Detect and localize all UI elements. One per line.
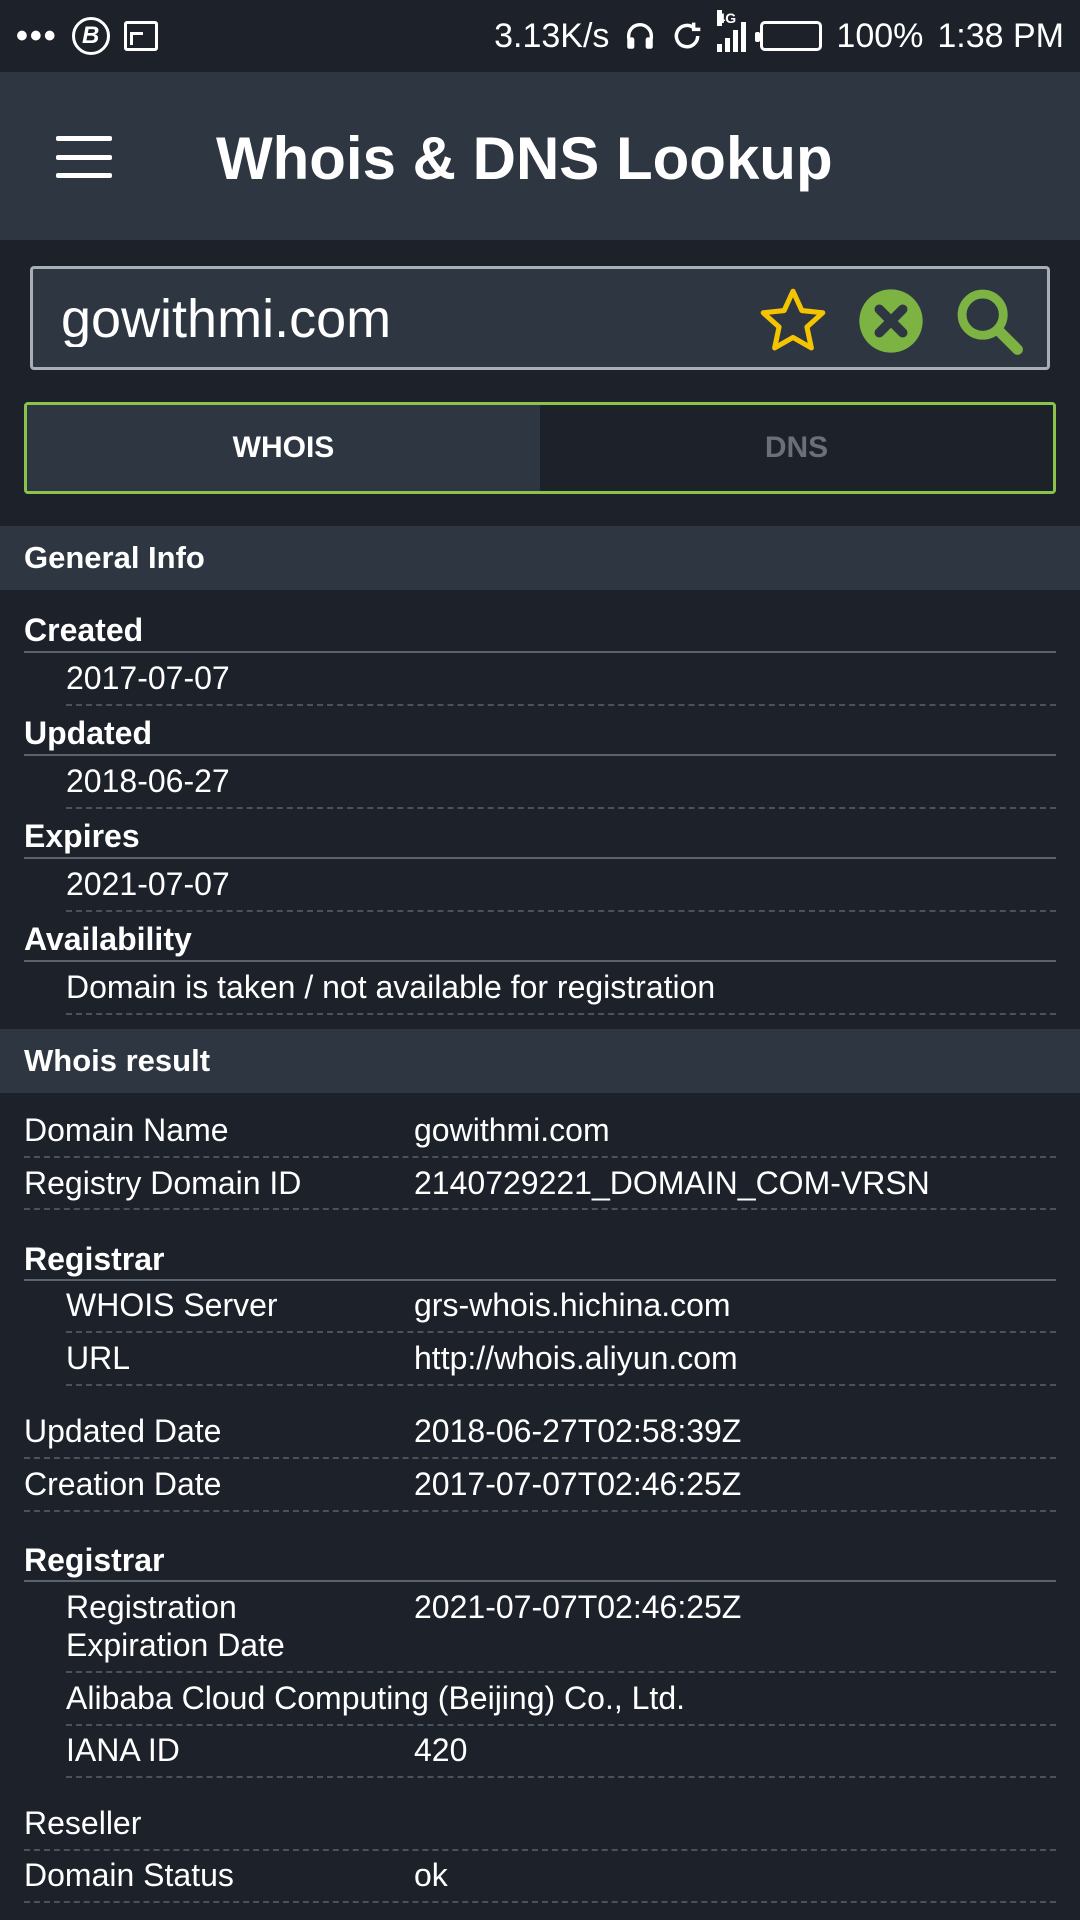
whois-server-value: grs-whois.hichina.com <box>414 1287 731 1323</box>
status-bar: ••• B 3.13K/s 4G 100% 1:38 PM <box>0 0 1080 72</box>
sync-icon <box>675 22 701 49</box>
divider <box>24 1849 1056 1851</box>
app-title: Whois & DNS Lookup <box>216 125 833 192</box>
divider <box>66 1331 1056 1333</box>
divider <box>24 1457 1056 1459</box>
divider <box>66 1013 1056 1015</box>
divider <box>66 807 1056 809</box>
whois-result-header: Whois result <box>0 1029 1080 1093</box>
domain-status-value: ok <box>414 1857 448 1893</box>
updated-label: Updated <box>24 715 152 751</box>
divider <box>24 1156 1056 1158</box>
registration-expiration-value: 2021-07-07T02:46:25Z <box>414 1589 742 1625</box>
divider <box>66 1724 1056 1726</box>
creation-date-value: 2017-07-07T02:46:25Z <box>414 1466 742 1502</box>
iana-id-value: 420 <box>414 1732 468 1768</box>
domain-status-key: Domain Status <box>24 1857 234 1893</box>
battery-percent: 100% <box>836 16 924 55</box>
updated-value: 2018-06-27 <box>66 763 230 799</box>
created-value: 2017-07-07 <box>66 660 230 696</box>
divider <box>24 754 1056 756</box>
divider <box>66 1776 1056 1778</box>
registry-domain-id-key: Registry Domain ID <box>24 1165 302 1201</box>
expires-label: Expires <box>24 818 140 854</box>
divider <box>66 704 1056 706</box>
registration-expiration-key-line1: Registration <box>66 1589 237 1625</box>
more-notifications-icon: ••• <box>16 16 58 55</box>
registration-expiration-key-line2: Expiration Date <box>66 1627 285 1663</box>
iana-id-key: IANA ID <box>66 1732 180 1768</box>
whois-server-key: WHOIS Server <box>66 1287 278 1323</box>
url-value: http://whois.aliyun.com <box>414 1340 738 1376</box>
reseller-key: Reseller <box>24 1805 142 1841</box>
url-key: URL <box>66 1340 131 1376</box>
tab-dns[interactable]: DNS <box>540 405 1053 491</box>
divider <box>24 857 1056 859</box>
availability-value: Domain is taken / not available for regi… <box>66 969 716 1005</box>
signal-icon: 4G <box>717 10 747 52</box>
divider <box>24 1279 1056 1281</box>
divider <box>24 1208 1056 1210</box>
search-icon[interactable] <box>951 283 1027 359</box>
app-bar: Whois & DNS Lookup <box>0 72 1080 240</box>
updated-date-value: 2018-06-27T02:58:39Z <box>414 1413 742 1449</box>
registrar-label: Registrar <box>24 1542 165 1578</box>
menu-icon[interactable] <box>56 136 112 178</box>
divider <box>24 651 1056 653</box>
divider <box>66 1671 1056 1673</box>
divider <box>66 1384 1056 1386</box>
divider <box>66 910 1056 912</box>
expires-value: 2021-07-07 <box>66 866 230 902</box>
divider <box>24 960 1056 962</box>
cast-icon <box>123 21 158 51</box>
registrar-label: Registrar <box>24 1241 165 1277</box>
registrar-name: Alibaba Cloud Computing (Beijing) Co., L… <box>66 1680 685 1716</box>
availability-label: Availability <box>24 921 192 957</box>
headphones-icon <box>627 23 654 49</box>
clear-icon[interactable] <box>853 283 929 359</box>
network-type: 4G <box>717 10 737 26</box>
divider <box>24 1580 1056 1582</box>
divider <box>24 1510 1056 1512</box>
creation-date-key: Creation Date <box>24 1466 222 1502</box>
updated-date-key: Updated Date <box>24 1413 222 1449</box>
tab-whois[interactable]: WHOIS <box>27 405 540 491</box>
domain-input[interactable] <box>61 291 741 347</box>
network-speed: 3.13K/s <box>494 16 610 55</box>
general-info-header: General Info <box>0 526 1080 590</box>
battery-icon <box>755 21 823 51</box>
favorite-star-icon[interactable] <box>755 283 831 359</box>
registry-domain-id-value: 2140729221_DOMAIN_COM-VRSN <box>414 1165 930 1201</box>
created-label: Created <box>24 612 144 648</box>
tab-bar: WHOIS DNS <box>24 402 1056 494</box>
clock: 1:38 PM <box>937 16 1064 55</box>
divider <box>24 1901 1056 1903</box>
domain-name-value: gowithmi.com <box>414 1112 610 1148</box>
app-notification-icon: B <box>71 17 110 55</box>
search-bar <box>30 266 1050 370</box>
domain-name-key: Domain Name <box>24 1112 229 1148</box>
